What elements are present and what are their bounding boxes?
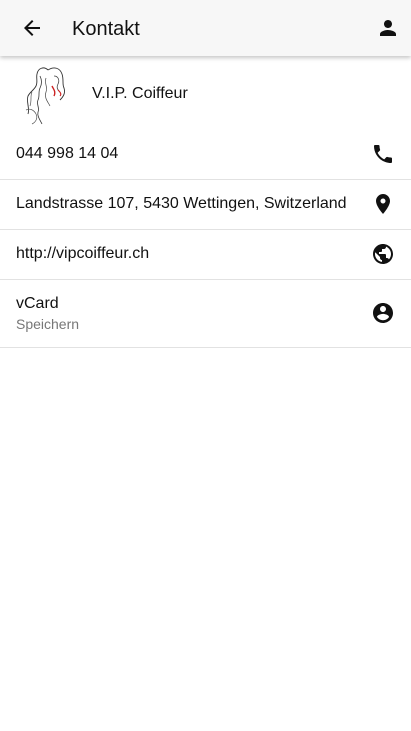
- vcard-subtitle: Speichern: [16, 316, 80, 332]
- vcard-title: vCard: [16, 295, 59, 312]
- vcard-row[interactable]: vCard Speichern: [0, 280, 411, 348]
- back-arrow-icon[interactable]: [20, 16, 44, 40]
- website-link[interactable]: http://vipcoiffeur.ch: [16, 244, 149, 264]
- account-circle-icon[interactable]: [371, 301, 395, 325]
- website-row[interactable]: http://vipcoiffeur.ch: [0, 230, 411, 280]
- phone-row[interactable]: 044 998 14 04: [0, 130, 411, 180]
- location-pin-icon[interactable]: [371, 192, 395, 216]
- person-icon[interactable]: [376, 16, 400, 40]
- address-text: Landstrasse 107, 5430 Wettingen, Switzer…: [16, 195, 347, 212]
- address-row[interactable]: Landstrasse 107, 5430 Wettingen, Switzer…: [0, 180, 411, 230]
- company-header: V.I.P. Coiffeur: [0, 56, 411, 130]
- globe-icon[interactable]: [371, 242, 395, 266]
- app-bar: Kontakt: [0, 0, 411, 56]
- salon-logo: [25, 67, 65, 125]
- company-name: V.I.P. Coiffeur: [92, 85, 188, 102]
- contact-list: V.I.P. Coiffeur 044 998 14 04 Landstrass…: [0, 56, 411, 348]
- phone-icon[interactable]: [371, 142, 395, 166]
- phone-number: 044 998 14 04: [16, 145, 119, 162]
- page-title: Kontakt: [72, 18, 140, 40]
